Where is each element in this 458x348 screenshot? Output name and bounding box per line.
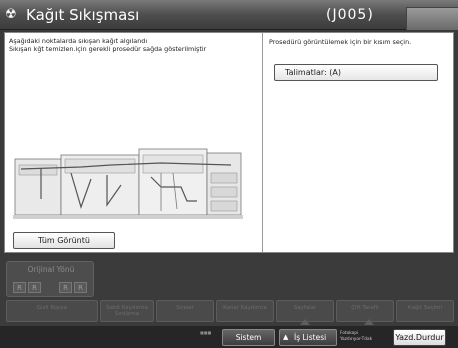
orientation-icon: R <box>59 282 72 293</box>
disabled-function-row: Gizli Kopya Sabit Kaydırma Sıralama Sıra… <box>6 300 456 322</box>
stop-printing-button[interactable]: Yazd.Durdur <box>393 329 446 346</box>
main-panel: Aşağıdaki noktalarda sıkışan kağıt algıl… <box>4 32 454 253</box>
jam-location-pane: Aşağıdaki noktalarda sıkışan kağıt algıl… <box>5 33 263 252</box>
job-list-label: İş Listesi <box>294 333 327 342</box>
procedure-message: Prosedürü görüntülemek için bir kısım se… <box>269 38 412 46</box>
caret-up-icon <box>300 319 310 325</box>
disabled-function-button: Kenar Kaydırma <box>216 300 274 322</box>
warning-icon: ▲ <box>283 333 289 341</box>
caret-up-icon <box>364 319 374 325</box>
orientation-label: Orijinal Yönü <box>27 265 75 274</box>
disabled-function-button: Kağıt Seçimi <box>396 300 454 322</box>
disabled-function-button: Gizli Kopya <box>6 300 98 322</box>
jam-message-line1: Aşağıdaki noktalarda sıkışan kağıt algıl… <box>9 37 148 45</box>
original-orientation-box: Orijinal Yönü R R R R <box>6 261 94 297</box>
disabled-function-button: Sıralar <box>156 300 214 322</box>
status-indicator: ■■■ <box>200 330 212 335</box>
disabled-function-button: Sabit Kaydırma Sıralama <box>100 300 154 322</box>
page-title: Kağıt Sıkışması <box>26 6 140 24</box>
orientation-icon: R <box>28 282 41 293</box>
instructions-button[interactable]: Talimatlar: (A) <box>274 64 438 81</box>
title-bar: ☢ Kağıt Sıkışması (J005) <box>0 0 458 30</box>
copier-status-text: Fotokopi Yazdırıyor-Tdak <box>340 331 372 343</box>
error-code: (J005) <box>326 7 374 23</box>
orientation-icon: R <box>74 282 87 293</box>
orientation-icon: R <box>13 282 26 293</box>
printer-jam-icon: ☢ <box>5 7 17 22</box>
printer-machine-diagram <box>13 148 243 219</box>
job-list-button[interactable]: ▲ İş Listesi <box>279 329 337 346</box>
jam-message-line2: Sıkışan kğt temizlen.için gerekli prosed… <box>9 45 207 53</box>
copier-status-line2: Yazdırıyor-Tdak <box>340 337 373 342</box>
system-status-button[interactable]: Sistem Durumu <box>222 329 275 346</box>
title-tab <box>406 7 458 30</box>
status-bar: ■■■ Sistem Durumu ▲ İş Listesi Fotokopi … <box>0 319 458 348</box>
all-view-button[interactable]: Tüm Görüntü <box>13 232 115 249</box>
